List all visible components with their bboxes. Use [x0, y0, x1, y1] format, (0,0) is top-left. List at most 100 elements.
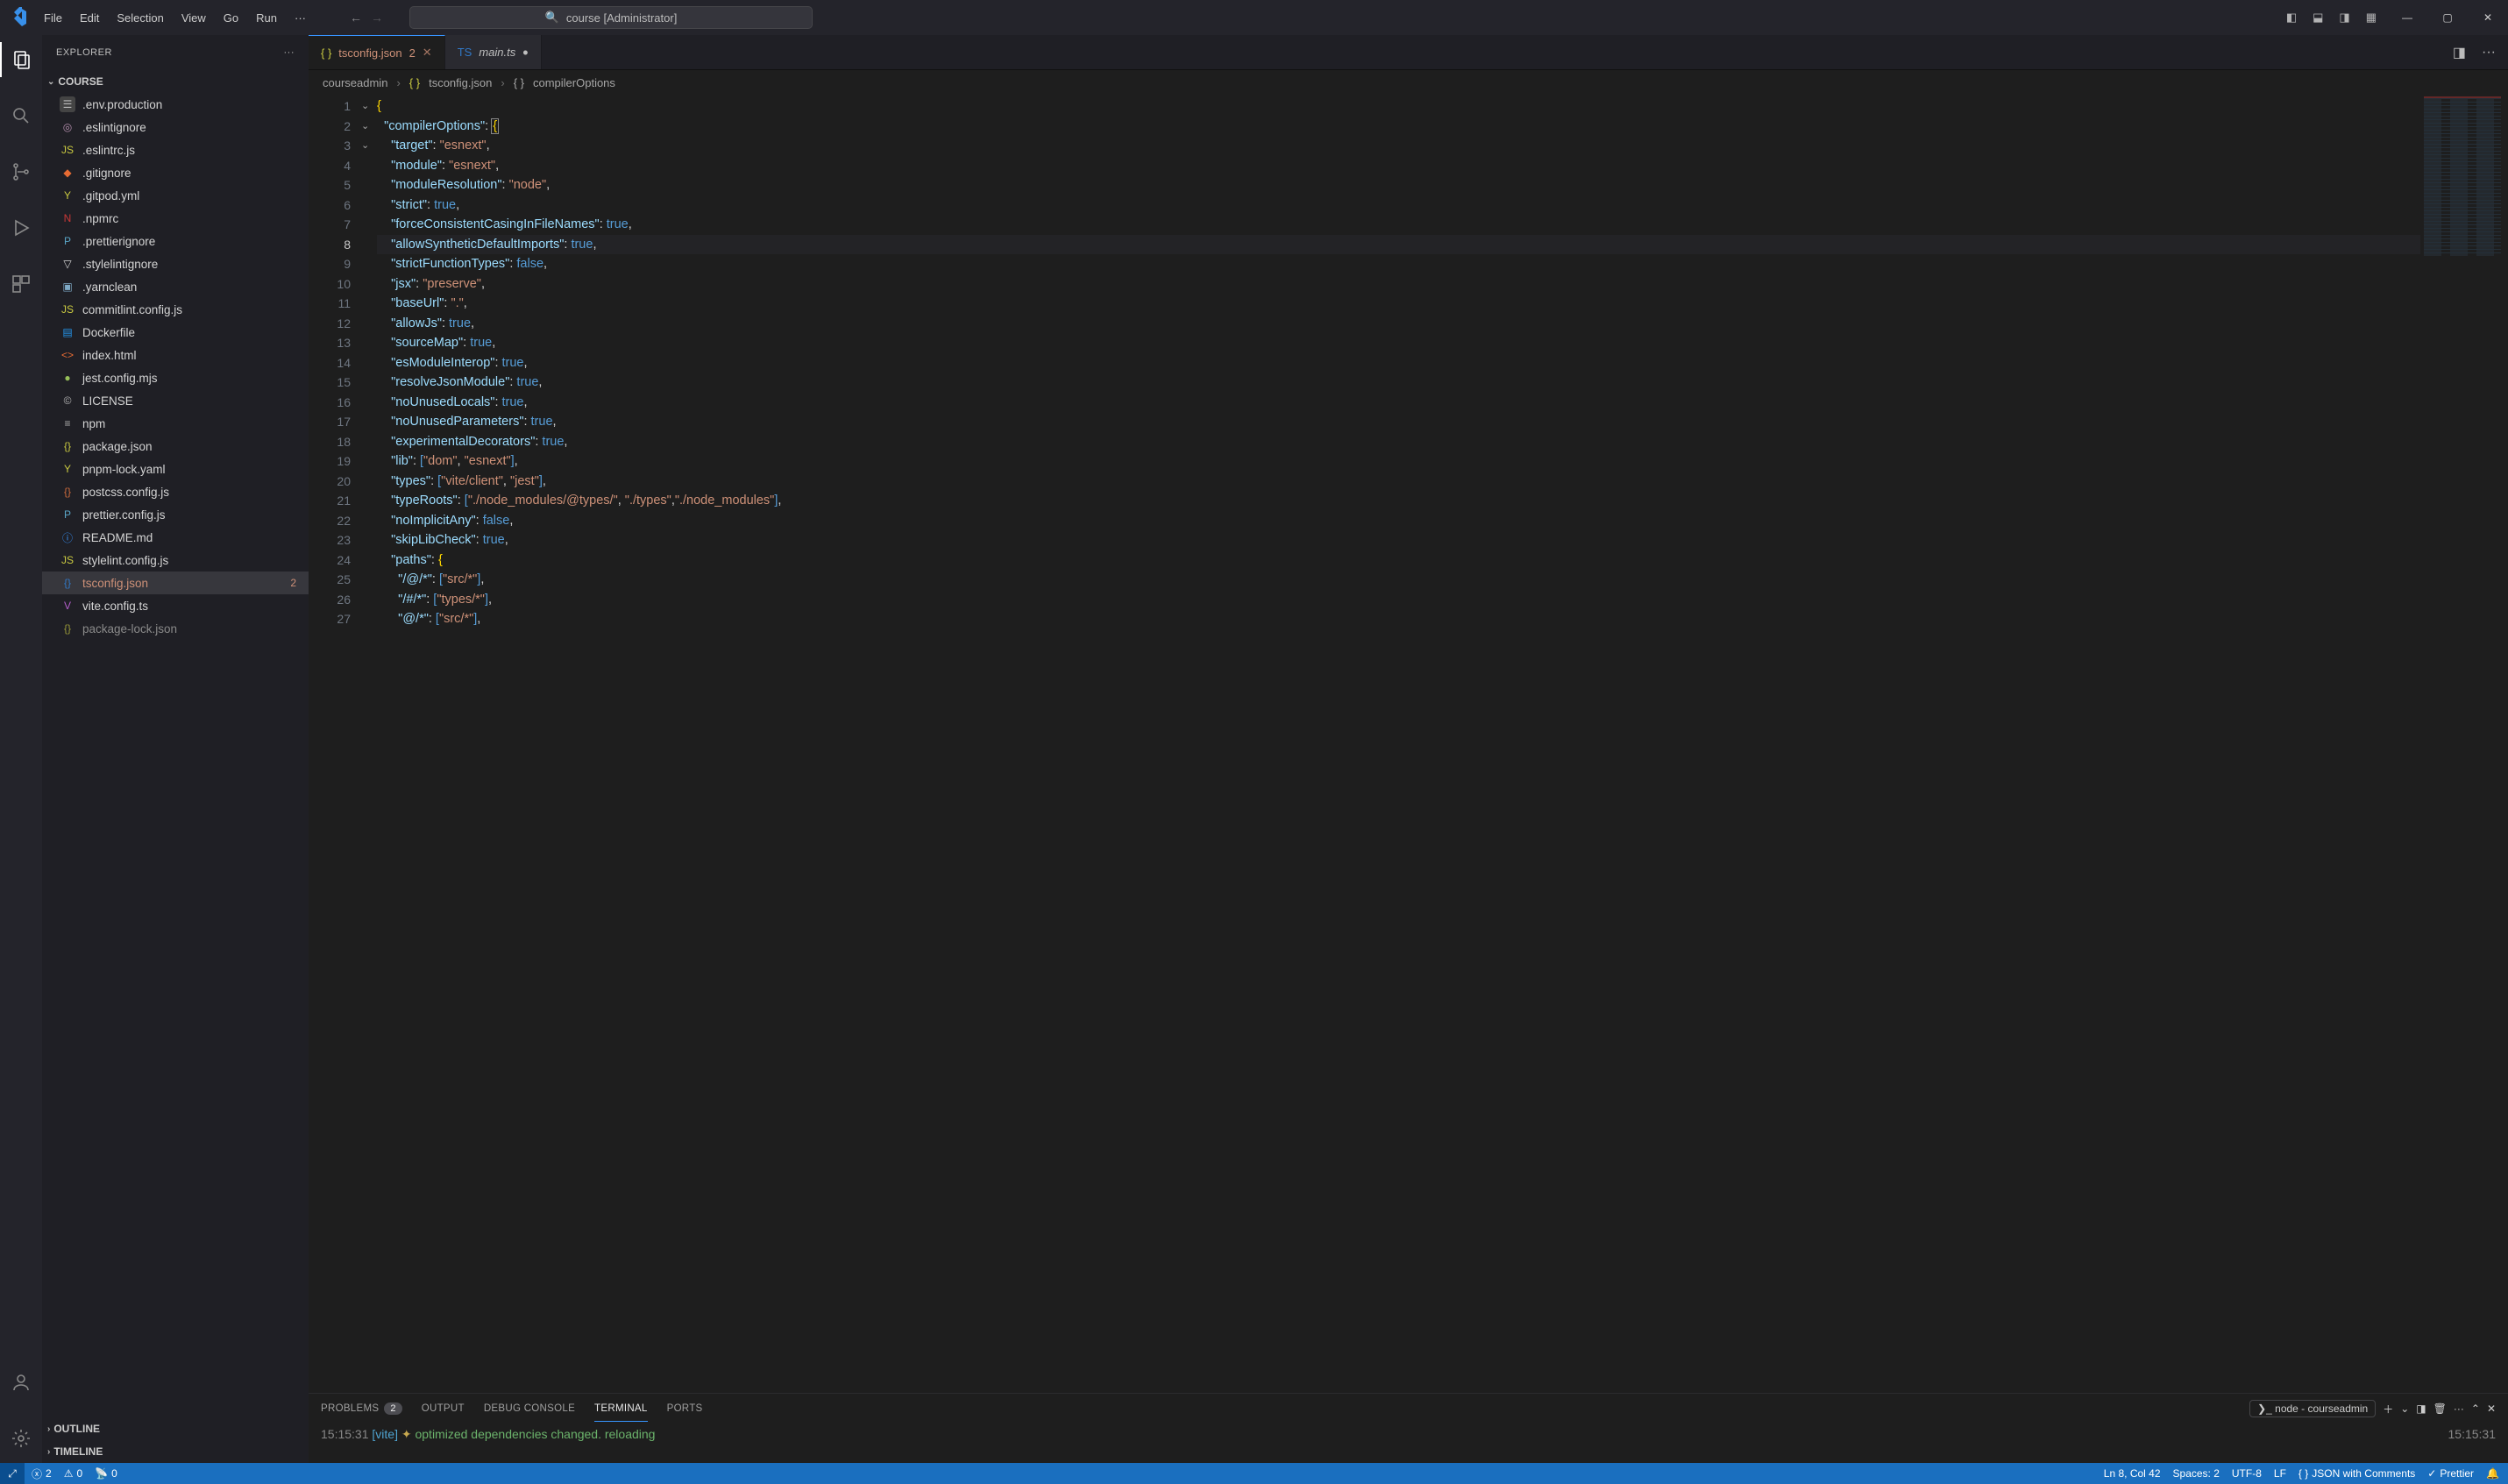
file-label: package-lock.json	[82, 622, 177, 635]
file-prettier-config-js[interactable]: Pprettier.config.js	[42, 503, 309, 526]
status-encoding[interactable]: UTF-8	[2232, 1467, 2262, 1480]
menu-go[interactable]: Go	[215, 4, 247, 32]
terminal-picker[interactable]: ❯_ node - courseadmin	[2249, 1400, 2376, 1417]
tab-main-ts[interactable]: TS main.ts •	[445, 35, 542, 69]
file-postcss-config-js[interactable]: {}postcss.config.js	[42, 480, 309, 503]
code-editor[interactable]: 1234567891011121314151617181920212223242…	[309, 95, 2508, 1393]
problem-badge: 2	[290, 577, 296, 589]
explorer-more-icon[interactable]: ···	[284, 47, 295, 58]
tab-tsconfig[interactable]: { } tsconfig.json 2 ✕	[309, 35, 445, 69]
file--eslintrc-js[interactable]: JS.eslintrc.js	[42, 138, 309, 161]
file-package-lock-json[interactable]: {} package-lock.json	[42, 617, 309, 640]
tab-label: main.ts	[479, 46, 515, 59]
trash-icon[interactable]: 🗑	[2433, 1402, 2447, 1415]
file-index-html[interactable]: <>index.html	[42, 344, 309, 366]
file-README-md[interactable]: ⓘREADME.md	[42, 526, 309, 549]
file-jest-config-mjs[interactable]: ●jest.config.mjs	[42, 366, 309, 389]
panel-problems[interactable]: PROBLEMS2	[321, 1396, 402, 1421]
file--gitpod-yml[interactable]: Y.gitpod.yml	[42, 184, 309, 207]
menu-edit[interactable]: Edit	[71, 4, 108, 32]
menu-view[interactable]: View	[173, 4, 215, 32]
file-tsconfig-json[interactable]: {}tsconfig.json2	[42, 572, 309, 594]
file-vite-config-ts[interactable]: Vvite.config.ts	[42, 594, 309, 617]
menu-overflow-icon[interactable]: ···	[286, 4, 315, 32]
outline-header[interactable]: ›OUTLINE	[42, 1417, 309, 1440]
command-center-search[interactable]: 🔍 course [Administrator]	[409, 6, 813, 29]
terminal-body[interactable]: 15:15:31 [vite] ✦ optimized dependencies…	[309, 1424, 2508, 1463]
file--yarnclean[interactable]: ▣.yarnclean	[42, 275, 309, 298]
status-prettier[interactable]: ✓ Prettier	[2427, 1467, 2474, 1480]
maximize-panel-icon[interactable]: ⌃	[2471, 1402, 2480, 1415]
sparkle-icon: ✦	[401, 1427, 412, 1441]
status-errors[interactable]: ⓧ 2	[32, 1466, 52, 1481]
split-editor-icon[interactable]: ◨	[2453, 44, 2466, 61]
file--gitignore[interactable]: ◆.gitignore	[42, 161, 309, 184]
log-message: optimized dependencies changed. reloadin…	[415, 1427, 655, 1441]
minimap[interactable]	[2420, 95, 2508, 1393]
file-label: .gitignore	[82, 167, 131, 180]
file-icon: {}	[60, 575, 75, 591]
close-button[interactable]: ✕	[2468, 0, 2508, 35]
file-npm[interactable]: ≡npm	[42, 412, 309, 435]
panel-output[interactable]: OUTPUT	[422, 1396, 465, 1421]
status-warnings[interactable]: ⚠ 0	[64, 1467, 82, 1480]
more-icon[interactable]: ···	[2454, 1402, 2464, 1415]
search-icon[interactable]	[0, 98, 42, 133]
settings-icon[interactable]	[0, 1421, 42, 1456]
toggle-sidebar-icon[interactable]: ◧	[2286, 11, 2297, 25]
toggle-panel-icon[interactable]: ⬓	[2313, 11, 2323, 25]
status-eol[interactable]: LF	[2274, 1467, 2286, 1480]
panel-ports[interactable]: PORTS	[667, 1396, 703, 1421]
panel-terminal[interactable]: TERMINAL	[594, 1396, 648, 1422]
file--prettierignore[interactable]: P.prettierignore	[42, 230, 309, 252]
remote-icon[interactable]: ⤢	[0, 1463, 25, 1484]
close-icon[interactable]: ✕	[423, 46, 432, 60]
file--stylelintignore[interactable]: ▽.stylelintignore	[42, 252, 309, 275]
new-terminal-icon[interactable]: ＋	[2383, 1402, 2393, 1417]
menu-selection[interactable]: Selection	[108, 4, 172, 32]
accounts-icon[interactable]	[0, 1365, 42, 1400]
status-ports[interactable]: 📡 0	[95, 1467, 117, 1480]
forward-icon[interactable]: →	[371, 11, 383, 25]
status-cursor-position[interactable]: Ln 8, Col 42	[2104, 1467, 2161, 1480]
split-terminal-icon[interactable]: ◨	[2416, 1402, 2426, 1415]
file-LICENSE[interactable]: ©LICENSE	[42, 389, 309, 412]
folder-header[interactable]: ⌄ COURSE	[42, 70, 309, 93]
source-control-icon[interactable]	[0, 154, 42, 189]
file-pnpm-lock-yaml[interactable]: Ypnpm-lock.yaml	[42, 458, 309, 480]
customize-layout-icon[interactable]: ▦	[2366, 11, 2377, 25]
back-icon[interactable]: ←	[350, 11, 362, 25]
status-indent[interactable]: Spaces: 2	[2173, 1467, 2220, 1480]
close-panel-icon[interactable]: ✕	[2487, 1402, 2496, 1415]
toggle-secondary-icon[interactable]: ◨	[2339, 11, 2349, 25]
file--eslintignore[interactable]: ◎.eslintignore	[42, 116, 309, 138]
breadcrumb-segment[interactable]: courseadmin	[323, 76, 387, 89]
file--env-production[interactable]: ☰.env.production	[42, 93, 309, 116]
maximize-button[interactable]: ▢	[2427, 0, 2468, 35]
timeline-header[interactable]: ›TIMELINE	[42, 1440, 309, 1463]
panel-debug-console[interactable]: DEBUG CONSOLE	[484, 1396, 575, 1421]
status-language[interactable]: { } JSON with Comments	[2298, 1467, 2415, 1480]
code-content[interactable]: { "compilerOptions": { "target": "esnext…	[377, 95, 2508, 1393]
breadcrumbs[interactable]: courseadmin› { }tsconfig.json› { }compil…	[309, 70, 2508, 95]
file-icon: ©	[60, 393, 75, 408]
menu-file[interactable]: File	[35, 4, 71, 32]
extensions-icon[interactable]	[0, 266, 42, 302]
run-debug-icon[interactable]	[0, 210, 42, 245]
file--npmrc[interactable]: N.npmrc	[42, 207, 309, 230]
breadcrumb-segment[interactable]: tsconfig.json	[429, 76, 492, 89]
more-icon[interactable]: ···	[2482, 45, 2496, 60]
minimize-button[interactable]: —	[2387, 0, 2427, 35]
status-bell-icon[interactable]: 🔔	[2486, 1467, 2499, 1480]
file-label: pnpm-lock.yaml	[82, 463, 166, 476]
file-package-json[interactable]: {}package.json	[42, 435, 309, 458]
breadcrumb-segment[interactable]: compilerOptions	[533, 76, 615, 89]
file-icon: {}	[60, 621, 75, 636]
menu-run[interactable]: Run	[247, 4, 286, 32]
file-stylelint-config-js[interactable]: JSstylelint.config.js	[42, 549, 309, 572]
file-icon: ▣	[60, 279, 75, 295]
chevron-down-icon[interactable]: ⌄	[2400, 1402, 2409, 1415]
explorer-icon[interactable]	[0, 42, 42, 77]
file-Dockerfile[interactable]: ▤Dockerfile	[42, 321, 309, 344]
file-commitlint-config-js[interactable]: JScommitlint.config.js	[42, 298, 309, 321]
